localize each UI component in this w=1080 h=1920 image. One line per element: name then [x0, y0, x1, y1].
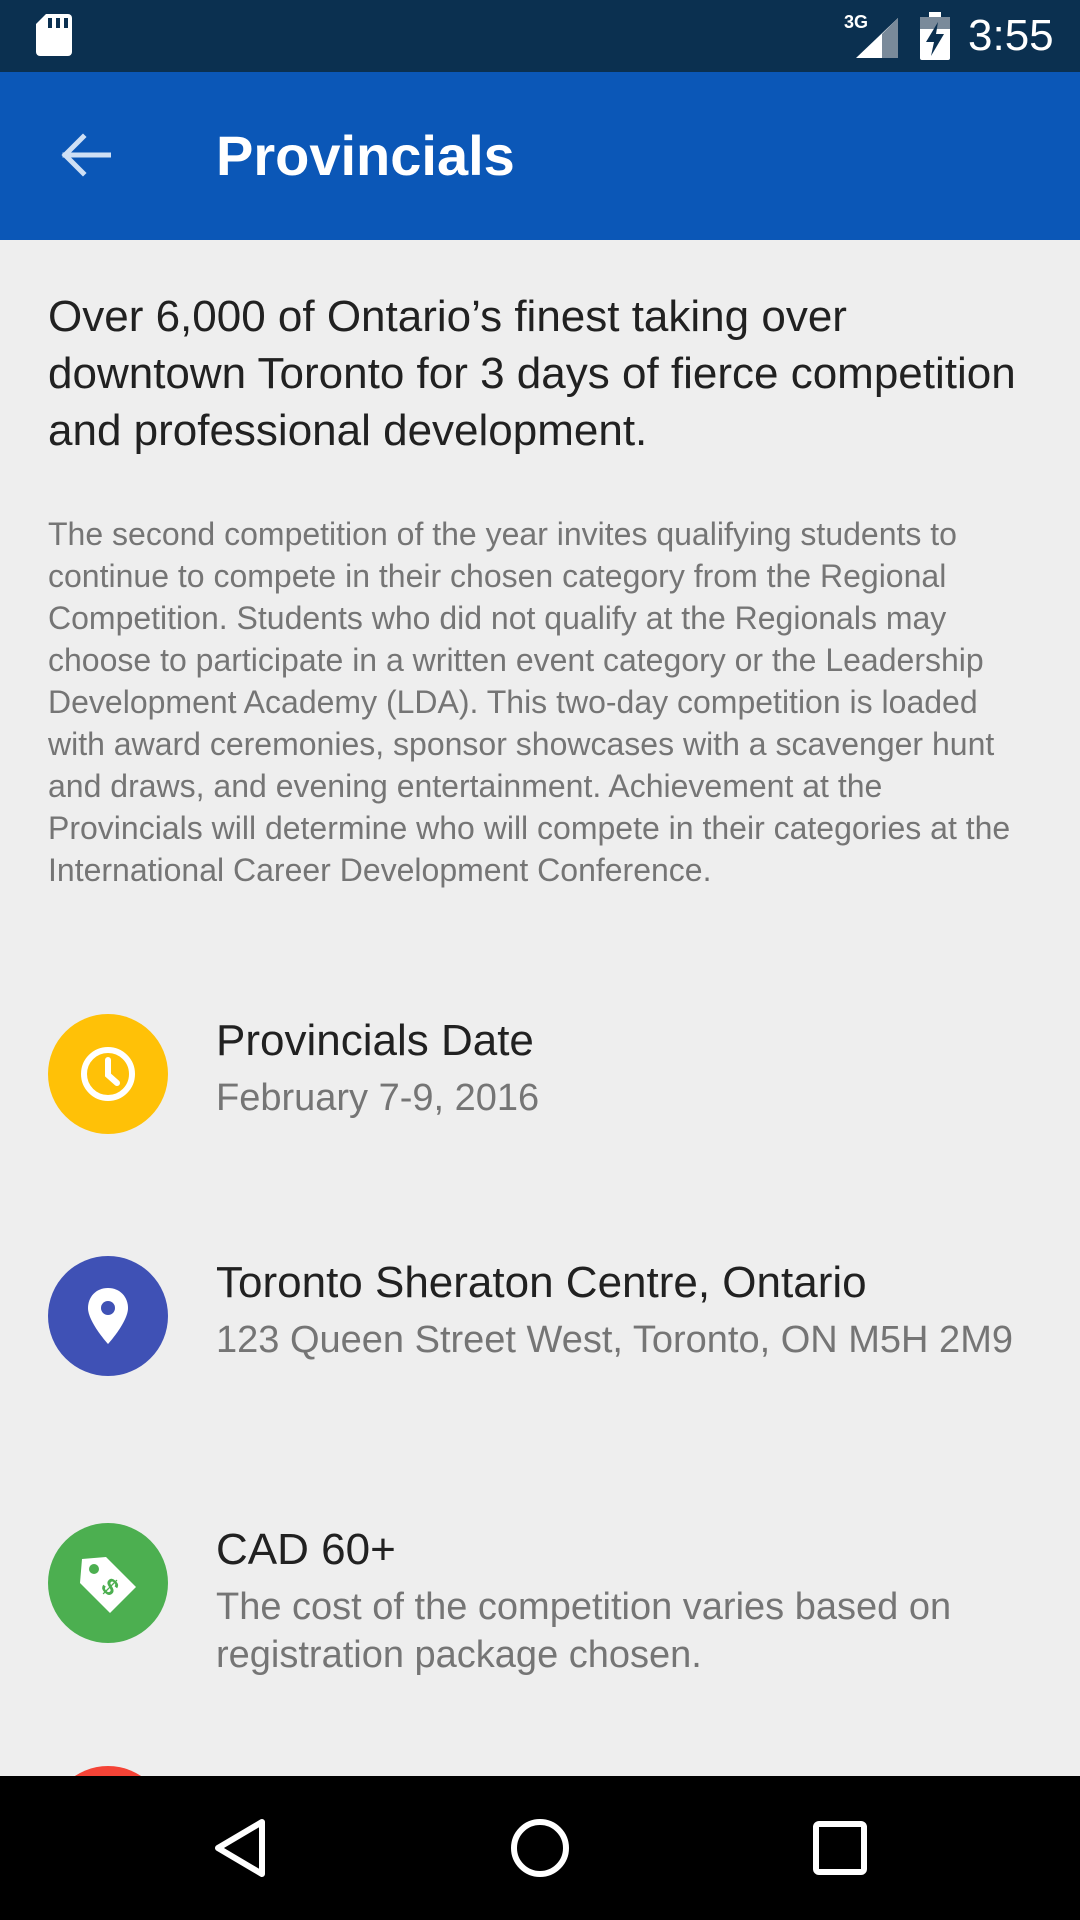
nav-back-button[interactable]	[190, 1798, 290, 1898]
nav-recents-button[interactable]	[790, 1798, 890, 1898]
back-triangle-icon	[215, 1819, 265, 1877]
price-tag-icon: $	[80, 1557, 136, 1613]
location-text: Toronto Sheraton Centre, Ontario 123 Que…	[216, 1256, 1036, 1364]
price-title: CAD 60+	[216, 1525, 396, 1574]
price-icon-circle: $	[48, 1523, 168, 1643]
location-icon-circle	[48, 1256, 168, 1376]
back-button[interactable]	[40, 110, 130, 200]
price-description: The cost of the competition varies based…	[216, 1586, 952, 1676]
date-icon-circle	[48, 1014, 168, 1134]
network-type-label: 3G	[844, 12, 869, 32]
nav-home-button[interactable]	[490, 1798, 590, 1898]
recents-square-icon	[813, 1821, 867, 1875]
event-headline: Over 6,000 of Ontario’s finest taking ov…	[48, 292, 1016, 455]
arrow-back-icon	[61, 133, 111, 177]
app-bar: Provincials	[0, 72, 1080, 240]
event-description: The second competition of the year invit…	[48, 516, 1011, 888]
battery-charging-icon	[920, 12, 950, 60]
system-nav-bar	[0, 1776, 1080, 1920]
event-content: Over 6,000 of Ontario’s finest taking ov…	[48, 240, 1038, 891]
signal-icon: 3G	[842, 12, 900, 58]
date-value: February 7-9, 2016	[216, 1077, 540, 1119]
sd-card-icon	[36, 14, 72, 56]
page-title: Provincials	[216, 124, 515, 187]
status-bar: 3G 3:55	[0, 0, 1080, 72]
status-time: 3:55	[968, 11, 1054, 60]
date-text: Provincials Date February 7-9, 2016	[216, 1014, 1036, 1122]
venue-name: Toronto Sheraton Centre, Ontario	[216, 1258, 867, 1307]
price-text: CAD 60+ The cost of the competition vari…	[216, 1523, 1036, 1679]
venue-address: 123 Queen Street West, Toronto, ON M5H 2…	[216, 1319, 1013, 1361]
location-pin-icon	[88, 1288, 128, 1344]
clock-icon	[81, 1047, 135, 1101]
date-title: Provincials Date	[216, 1016, 534, 1065]
home-circle-icon	[511, 1819, 569, 1877]
